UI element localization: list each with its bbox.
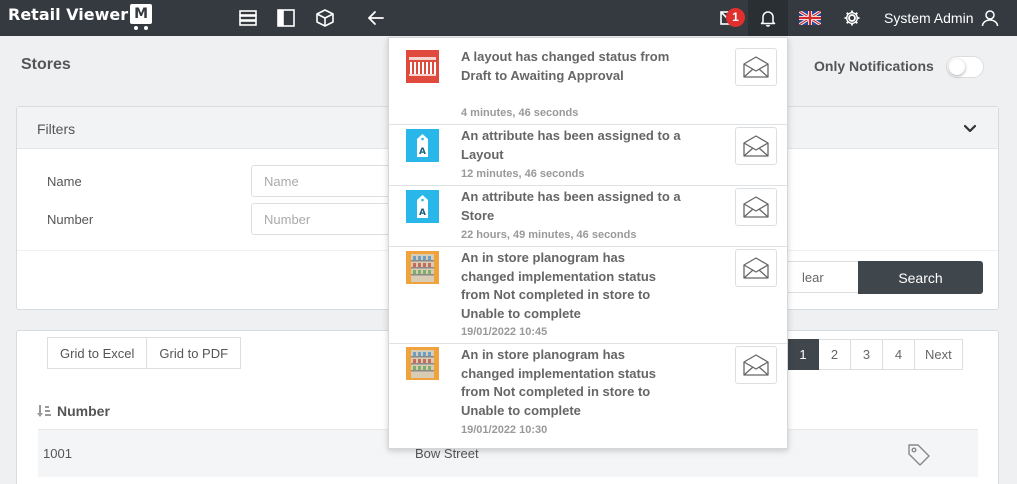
notification-item[interactable]: A layout has changed status from Draft t… <box>389 38 787 125</box>
notification-item[interactable]: An in store planogram has changed implem… <box>389 344 787 448</box>
envelope-open-icon <box>743 135 769 157</box>
mark-read-button[interactable] <box>735 346 777 384</box>
grid-to-excel-button[interactable]: Grid to Excel <box>47 337 148 369</box>
filters-title: Filters <box>37 121 76 137</box>
uk-flag-icon[interactable] <box>798 6 822 30</box>
page-2-button[interactable]: 2 <box>819 339 851 370</box>
number-label: Number <box>47 212 94 227</box>
planogram-shelf-icon <box>406 347 439 380</box>
next-page-button[interactable]: Next <box>915 339 963 370</box>
page-title: Stores <box>21 56 71 73</box>
user-icon[interactable] <box>978 6 1002 30</box>
search-button[interactable]: Search <box>858 261 983 294</box>
box-icon[interactable] <box>313 6 337 30</box>
notification-time: 19/01/2022 10:45 <box>461 326 548 338</box>
mail-count-badge: 1 <box>726 8 745 27</box>
layout-store-icon <box>406 50 439 83</box>
chevron-down-icon[interactable] <box>963 121 977 137</box>
export-buttons: Grid to Excel Grid to PDF <box>47 337 242 369</box>
name-input[interactable] <box>251 165 411 197</box>
mark-read-button[interactable] <box>735 249 777 287</box>
mark-read-button[interactable] <box>735 188 777 226</box>
envelope-open-icon <box>743 56 769 78</box>
logo-mark: M <box>130 4 153 30</box>
notification-time: 22 hours, 49 minutes, 46 seconds <box>461 229 637 241</box>
grid-to-pdf-button[interactable]: Grid to PDF <box>147 337 242 369</box>
notification-time: 19/01/2022 10:30 <box>461 424 548 436</box>
app-logo[interactable]: Retail Viewer M <box>8 4 153 30</box>
notification-text: An attribute has been assigned to a Stor… <box>461 189 681 223</box>
page-3-button[interactable]: 3 <box>851 339 883 370</box>
top-bar: Retail Viewer M 1 System Admin <box>0 0 1017 36</box>
mark-read-button[interactable] <box>735 48 777 86</box>
store-number-cell: 1001 <box>43 446 72 461</box>
notifications-button[interactable] <box>748 0 788 36</box>
notification-item[interactable]: A An attribute has been assigned to a La… <box>389 125 787 186</box>
notification-time: 12 minutes, 46 seconds <box>461 168 585 180</box>
svg-text:A: A <box>419 147 426 157</box>
sort-icon <box>37 405 51 417</box>
mark-read-button[interactable] <box>735 127 777 165</box>
notification-item[interactable]: An in store planogram has changed implem… <box>389 247 787 344</box>
tag-icon[interactable] <box>906 442 932 471</box>
list-icon[interactable] <box>236 6 260 30</box>
user-name[interactable]: System Admin <box>884 10 973 26</box>
columns-icon[interactable] <box>274 6 298 30</box>
planogram-shelf-icon <box>406 251 439 284</box>
notification-item[interactable]: A An attribute has been assigned to a St… <box>389 186 787 247</box>
number-input[interactable] <box>251 203 411 235</box>
attribute-tag-icon: A <box>406 129 439 162</box>
notification-text: An attribute has been assigned to a Layo… <box>461 128 681 162</box>
logo-text: Retail Viewer <box>8 4 129 24</box>
arrow-left-icon[interactable] <box>364 6 388 30</box>
attribute-tag-icon: A <box>406 190 439 223</box>
envelope-open-icon <box>743 257 769 279</box>
svg-text:A: A <box>419 208 426 218</box>
gear-icon[interactable] <box>840 6 864 30</box>
only-notifications-toggle[interactable] <box>946 56 984 78</box>
notification-text: An in store planogram has changed implem… <box>461 347 657 418</box>
page-4-button[interactable]: 4 <box>883 339 915 370</box>
bell-icon <box>760 11 776 27</box>
envelope-open-icon <box>743 354 769 376</box>
notification-text: An in store planogram has changed implem… <box>461 250 657 321</box>
notification-text: A layout has changed status from Draft t… <box>461 49 670 83</box>
notification-time: 4 minutes, 46 seconds <box>461 107 579 119</box>
column-header-number[interactable]: Number <box>37 403 110 419</box>
envelope-open-icon <box>743 196 769 218</box>
notifications-dropdown: A layout has changed status from Draft t… <box>388 37 788 449</box>
name-label: Name <box>47 174 82 189</box>
column-number-label: Number <box>57 403 110 419</box>
only-notifications-label: Only Notifications <box>814 58 934 74</box>
page-1-button[interactable]: 1 <box>787 339 819 370</box>
pagination: 1 2 3 4 Next <box>787 339 963 370</box>
